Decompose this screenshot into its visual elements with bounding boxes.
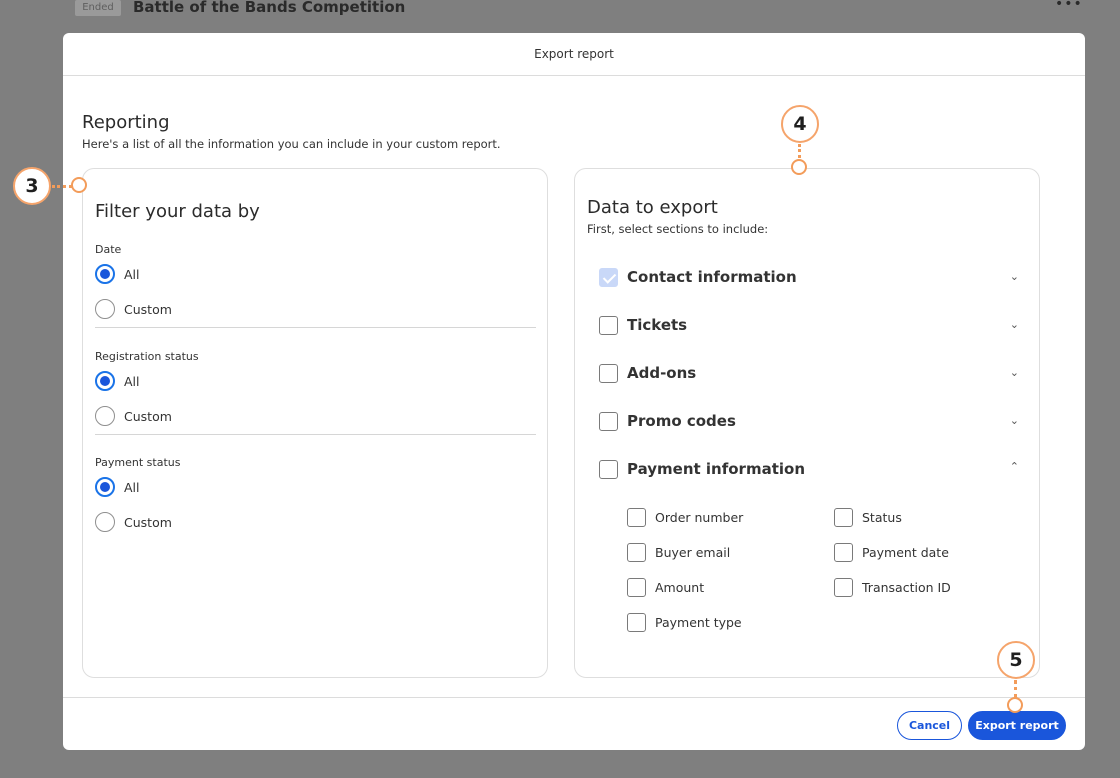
divider — [95, 434, 536, 435]
callout-3: 3 — [13, 167, 51, 205]
radio-checked[interactable] — [95, 264, 115, 284]
section-label: Promo codes — [627, 412, 736, 430]
modal-title: Export report — [534, 47, 614, 61]
checkbox[interactable] — [599, 459, 618, 479]
registration-status-label: Registration status — [95, 350, 199, 363]
checkbox[interactable] — [627, 507, 646, 527]
section-add-ons[interactable]: Add-ons ⌄ — [599, 362, 1019, 384]
filter-card: Filter your data by Date All Custom Regi… — [82, 168, 548, 678]
checkbox[interactable] — [627, 612, 646, 632]
callout-anchor — [1007, 697, 1023, 713]
export-heading: Data to export — [587, 197, 718, 218]
chevron-down-icon[interactable]: ⌄ — [1010, 366, 1019, 379]
field-label: Buyer email — [655, 544, 731, 560]
export-subtitle: First, select sections to include: — [587, 222, 769, 236]
modal-header: Export report — [63, 33, 1085, 76]
payment-custom-option[interactable]: Custom — [95, 511, 172, 533]
callout-connector — [1014, 680, 1017, 698]
field-label: Amount — [655, 579, 705, 595]
reporting-title: Reporting — [82, 112, 170, 133]
callout-anchor — [791, 159, 807, 175]
checkbox-checked[interactable] — [599, 267, 618, 287]
date-all-option[interactable]: All — [95, 263, 140, 285]
registration-all-option[interactable]: All — [95, 370, 140, 392]
export-report-button[interactable]: Export report — [968, 711, 1066, 740]
radio-unchecked[interactable] — [95, 299, 115, 319]
callout-4: 4 — [781, 105, 819, 143]
field-payment-date[interactable]: Payment date — [834, 542, 949, 562]
checkbox[interactable] — [627, 542, 646, 562]
date-label: Date — [95, 243, 122, 256]
field-label: Payment date — [862, 544, 949, 560]
radio-label: Custom — [124, 514, 172, 530]
field-payment-type[interactable]: Payment type — [627, 612, 742, 632]
section-label: Tickets — [627, 316, 688, 334]
checkbox[interactable] — [834, 577, 853, 597]
radio-checked[interactable] — [95, 477, 115, 497]
section-label: Payment information — [627, 460, 806, 478]
export-report-modal: Export report Reporting Here's a list of… — [63, 33, 1085, 750]
reporting-subtitle: Here's a list of all the information you… — [82, 137, 501, 151]
radio-unchecked[interactable] — [95, 406, 115, 426]
radio-label: Custom — [124, 301, 172, 317]
section-label: Contact information — [627, 268, 797, 286]
field-label: Status — [862, 509, 902, 525]
modal-footer: Cancel Export report — [63, 697, 1085, 750]
event-title: Battle of the Bands Competition — [133, 0, 406, 16]
date-custom-option[interactable]: Custom — [95, 298, 172, 320]
radio-unchecked[interactable] — [95, 512, 115, 532]
checkbox[interactable] — [627, 577, 646, 597]
radio-label: All — [124, 373, 140, 389]
divider — [95, 327, 536, 328]
field-amount[interactable]: Amount — [627, 577, 704, 597]
field-transaction-id[interactable]: Transaction ID — [834, 577, 951, 597]
registration-custom-option[interactable]: Custom — [95, 405, 172, 427]
export-card: Data to export First, select sections to… — [574, 168, 1040, 678]
more-horizontal-icon[interactable]: ••• — [1055, 0, 1083, 12]
callout-connector — [798, 144, 801, 158]
section-payment-information[interactable]: Payment information ⌃ — [599, 458, 1019, 480]
radio-label: Custom — [124, 408, 172, 424]
checkbox[interactable] — [599, 315, 618, 335]
chevron-up-icon[interactable]: ⌃ — [1010, 460, 1019, 473]
checkbox[interactable] — [599, 363, 618, 383]
field-label: Transaction ID — [862, 579, 951, 595]
field-buyer-email[interactable]: Buyer email — [627, 542, 730, 562]
checkbox[interactable] — [599, 411, 618, 431]
radio-checked[interactable] — [95, 371, 115, 391]
section-label: Add-ons — [627, 364, 697, 382]
checkbox[interactable] — [834, 507, 853, 527]
section-tickets[interactable]: Tickets ⌄ — [599, 314, 1019, 336]
event-row: Ended Battle of the Bands Competition ••… — [0, 0, 1120, 30]
checkbox[interactable] — [834, 542, 853, 562]
chevron-down-icon[interactable]: ⌄ — [1010, 270, 1019, 283]
callout-5: 5 — [997, 641, 1035, 679]
field-label: Payment type — [655, 614, 742, 630]
payment-status-label: Payment status — [95, 456, 181, 469]
status-badge: Ended — [75, 0, 121, 16]
callout-connector — [52, 185, 72, 188]
filter-heading: Filter your data by — [95, 201, 260, 222]
payment-all-option[interactable]: All — [95, 476, 140, 498]
cancel-button[interactable]: Cancel — [897, 711, 962, 740]
radio-label: All — [124, 266, 140, 282]
section-promo-codes[interactable]: Promo codes ⌄ — [599, 410, 1019, 432]
field-label: Order number — [655, 509, 744, 525]
field-status[interactable]: Status — [834, 507, 902, 527]
chevron-down-icon[interactable]: ⌄ — [1010, 414, 1019, 427]
chevron-down-icon[interactable]: ⌄ — [1010, 318, 1019, 331]
field-order-number[interactable]: Order number — [627, 507, 743, 527]
section-contact-information[interactable]: Contact information ⌄ — [599, 266, 1019, 288]
radio-label: All — [124, 479, 140, 495]
callout-anchor — [71, 177, 87, 193]
